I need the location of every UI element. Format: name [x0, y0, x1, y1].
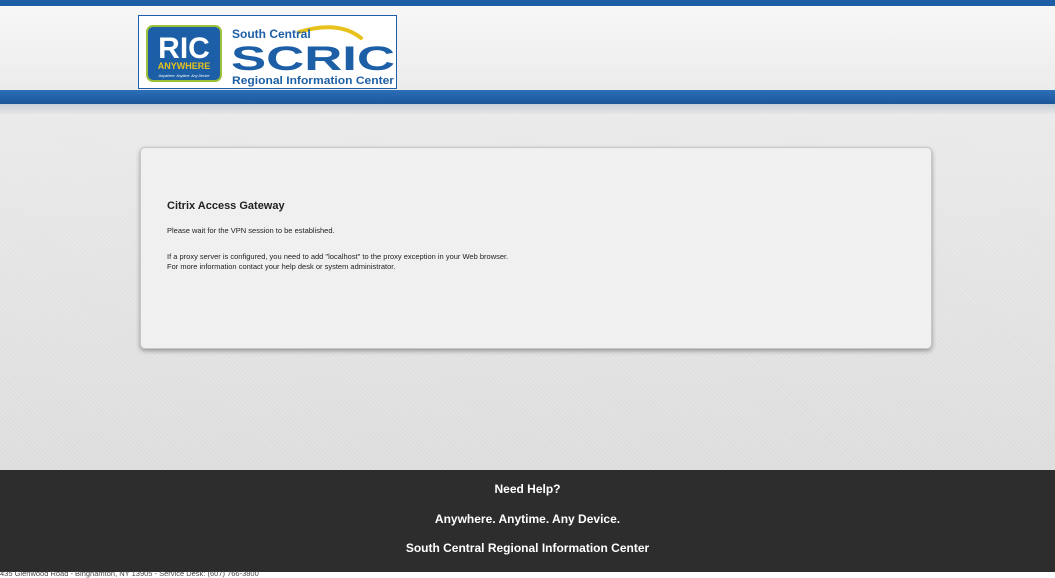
logo-scric-text: SCRIC	[231, 40, 395, 78]
footer-address: 435 Glenwood Road - Binghamton, NY 13905…	[0, 569, 259, 578]
need-help-link[interactable]: Need Help?	[0, 482, 1055, 496]
vpn-wait-message: Please wait for the VPN session to be es…	[167, 226, 335, 235]
page-footer: Need Help? Anywhere. Anytime. Any Device…	[0, 470, 1055, 572]
footer-org-name: South Central Regional Information Cente…	[405, 541, 650, 555]
scric-logo: RIC ANYWHERE Anywhere. Anytime. Any Devi…	[138, 15, 397, 89]
logo-south-central: South Central	[232, 27, 311, 41]
logo-regional-text: Regional Information Center	[232, 75, 395, 87]
footer-slogan: Anywhere. Anytime. Any Device.	[434, 512, 621, 526]
proxy-message: If a proxy server is configured, you nee…	[167, 252, 509, 261]
panel-title: Citrix Access Gateway	[167, 200, 285, 212]
header-band-shadow	[0, 104, 1055, 114]
logo-anywhere-text: ANYWHERE	[158, 61, 211, 71]
help-message: For more information contact your help d…	[167, 262, 396, 271]
scric-logo-graphic: RIC ANYWHERE Anywhere. Anytime. Any Devi…	[146, 25, 395, 87]
vpn-status-panel: Citrix Access Gateway Please wait for th…	[140, 147, 932, 349]
page-header: RIC ANYWHERE Anywhere. Anytime. Any Devi…	[0, 6, 1055, 90]
header-blue-band	[0, 90, 1055, 104]
logo-tagline: Anywhere. Anytime. Any Device	[158, 74, 210, 78]
